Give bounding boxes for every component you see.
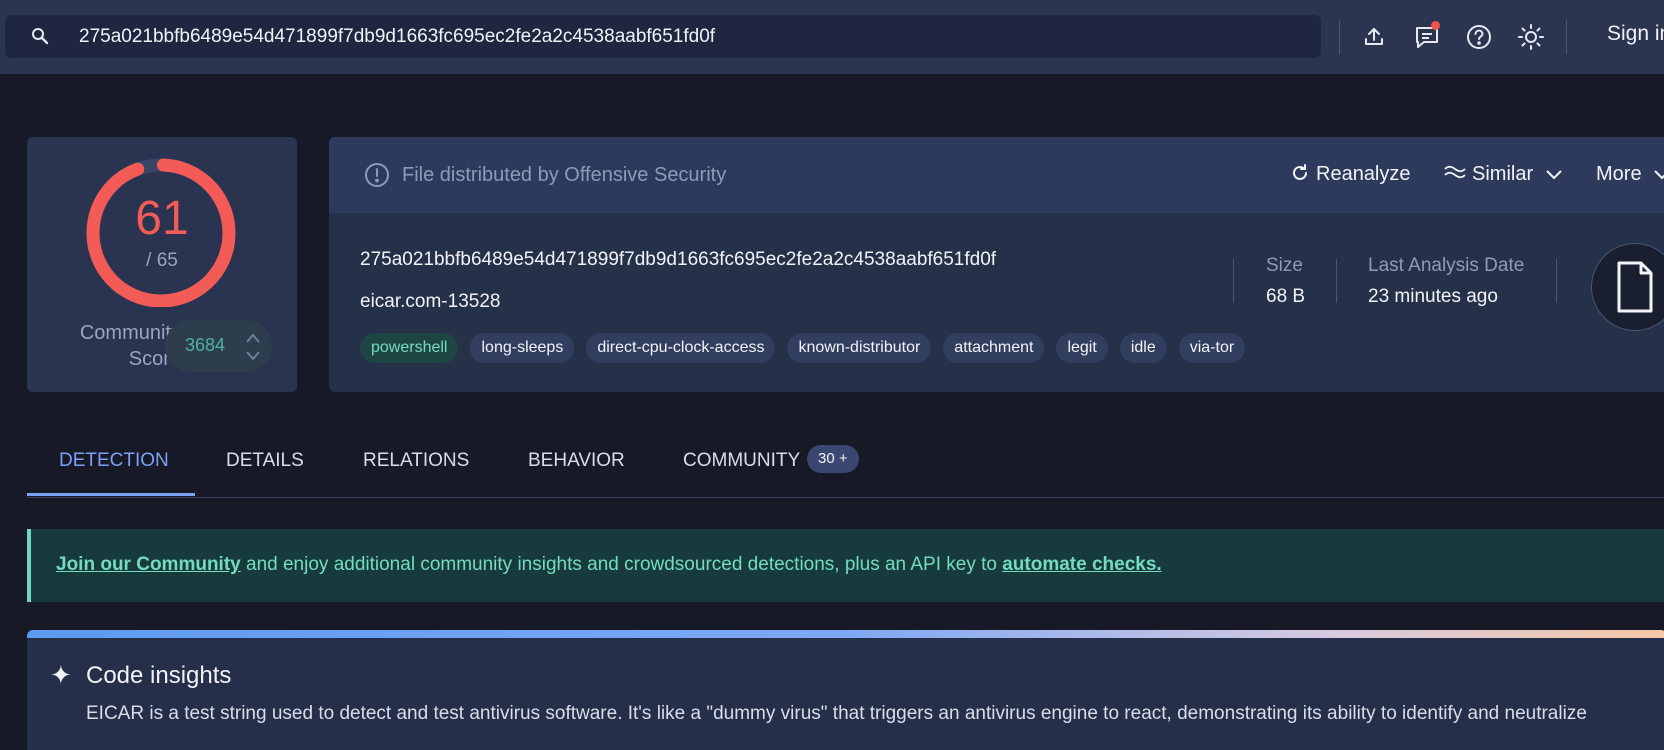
tag[interactable]: legit (1056, 333, 1108, 363)
tag-list: powershell long-sleeps direct-cpu-clock-… (360, 333, 1246, 363)
tab-community[interactable]: COMMUNITY (683, 450, 800, 472)
top-bar: Sign in (0, 0, 1664, 74)
code-insights-text: EICAR is a test string used to detect an… (86, 703, 1587, 724)
tab-relations[interactable]: RELATIONS (363, 450, 469, 472)
community-score-label: Community Score (41, 320, 181, 372)
tag[interactable]: via-tor (1178, 333, 1246, 363)
refresh-icon (1293, 164, 1307, 180)
similar-icon (1444, 165, 1466, 179)
search-icon (31, 27, 49, 50)
join-community-link[interactable]: Join our Community (56, 554, 241, 575)
tab-bar: DETECTION DETAILS RELATIONS BEHAVIOR COM… (27, 435, 1664, 498)
file-name: eicar.com-13528 (360, 291, 501, 312)
community-label-line1: Community (79, 322, 181, 344)
community-count-badge: 30 + (807, 445, 859, 473)
tag[interactable]: direct-cpu-clock-access (586, 333, 776, 363)
distributed-by-text: File distributed by Offensive Security (402, 164, 727, 186)
sign-in-link[interactable]: Sign in (1607, 22, 1664, 46)
last-analysis-value: 23 minutes ago (1368, 286, 1498, 307)
file-hash: 275a021bbfb6489e54d471899f7db9d1663fc695… (360, 249, 997, 270)
similar-label: Similar (1472, 163, 1534, 185)
file-info-header: File distributed by Offensive Security R… (329, 137, 1664, 213)
meta-divider (1336, 259, 1337, 303)
chevron-down-icon (1654, 170, 1664, 180)
file-icon (1617, 261, 1653, 313)
banner-text: Join our Community and enjoy additional … (56, 554, 1162, 576)
tag[interactable]: known-distributor (787, 333, 932, 363)
toolbar-divider (1566, 20, 1567, 54)
engine-total: / 65 (146, 250, 178, 271)
upload-icon[interactable] (1358, 21, 1390, 53)
more-label: More (1596, 163, 1642, 185)
tag[interactable]: idle (1119, 333, 1167, 363)
community-label-line2: Score (128, 348, 181, 370)
size-label: Size (1266, 255, 1303, 276)
meta-divider (1556, 259, 1557, 303)
search-input[interactable] (77, 21, 1281, 53)
tab-detection[interactable]: DETECTION (59, 450, 169, 472)
info-alert-icon (364, 162, 390, 193)
banner-message: and enjoy additional community insights … (240, 554, 1003, 575)
search-box[interactable] (5, 15, 1321, 58)
code-insights-title: Code insights (86, 662, 232, 689)
code-insights-card: ✦ Code insights EICAR is a test string u… (27, 630, 1664, 750)
notification-dot (1431, 21, 1440, 30)
chat-notifications-icon[interactable] (1411, 21, 1443, 53)
tab-details[interactable]: DETAILS (226, 450, 304, 472)
similar-button[interactable]: Similar (1444, 163, 1563, 186)
chevron-down-icon (1545, 170, 1562, 180)
toolbar-divider (1339, 20, 1340, 54)
detection-score-card: 61 / 65 Community Score 3684 (27, 137, 297, 392)
tag[interactable]: long-sleeps (470, 333, 575, 363)
vote-arrows-icon[interactable] (245, 332, 261, 367)
reanalyze-button[interactable]: Reanalyze (1290, 163, 1411, 186)
community-banner: Join our Community and enjoy additional … (27, 529, 1664, 602)
theme-toggle-icon[interactable] (1515, 21, 1547, 53)
tab-behavior[interactable]: BEHAVIOR (528, 450, 625, 472)
tag[interactable]: attachment (943, 333, 1045, 363)
file-type-badge (1591, 243, 1664, 331)
tag[interactable]: powershell (360, 333, 459, 363)
community-score-pill: 3684 (165, 320, 272, 372)
file-info-card: File distributed by Offensive Security R… (329, 137, 1664, 392)
last-analysis-label: Last Analysis Date (1368, 255, 1525, 276)
automate-checks-link[interactable]: automate checks. (1002, 554, 1161, 575)
insights-gradient-bar (27, 630, 1664, 638)
active-tab-indicator (27, 493, 195, 496)
size-value: 68 B (1266, 286, 1306, 307)
more-button[interactable]: More (1596, 163, 1664, 186)
meta-divider (1233, 259, 1234, 303)
community-score-value: 3684 (185, 335, 226, 355)
help-icon[interactable] (1463, 21, 1495, 53)
sparkle-icon: ✦ (50, 660, 72, 690)
reanalyze-label: Reanalyze (1316, 163, 1411, 185)
detection-count: 61 (135, 192, 189, 245)
